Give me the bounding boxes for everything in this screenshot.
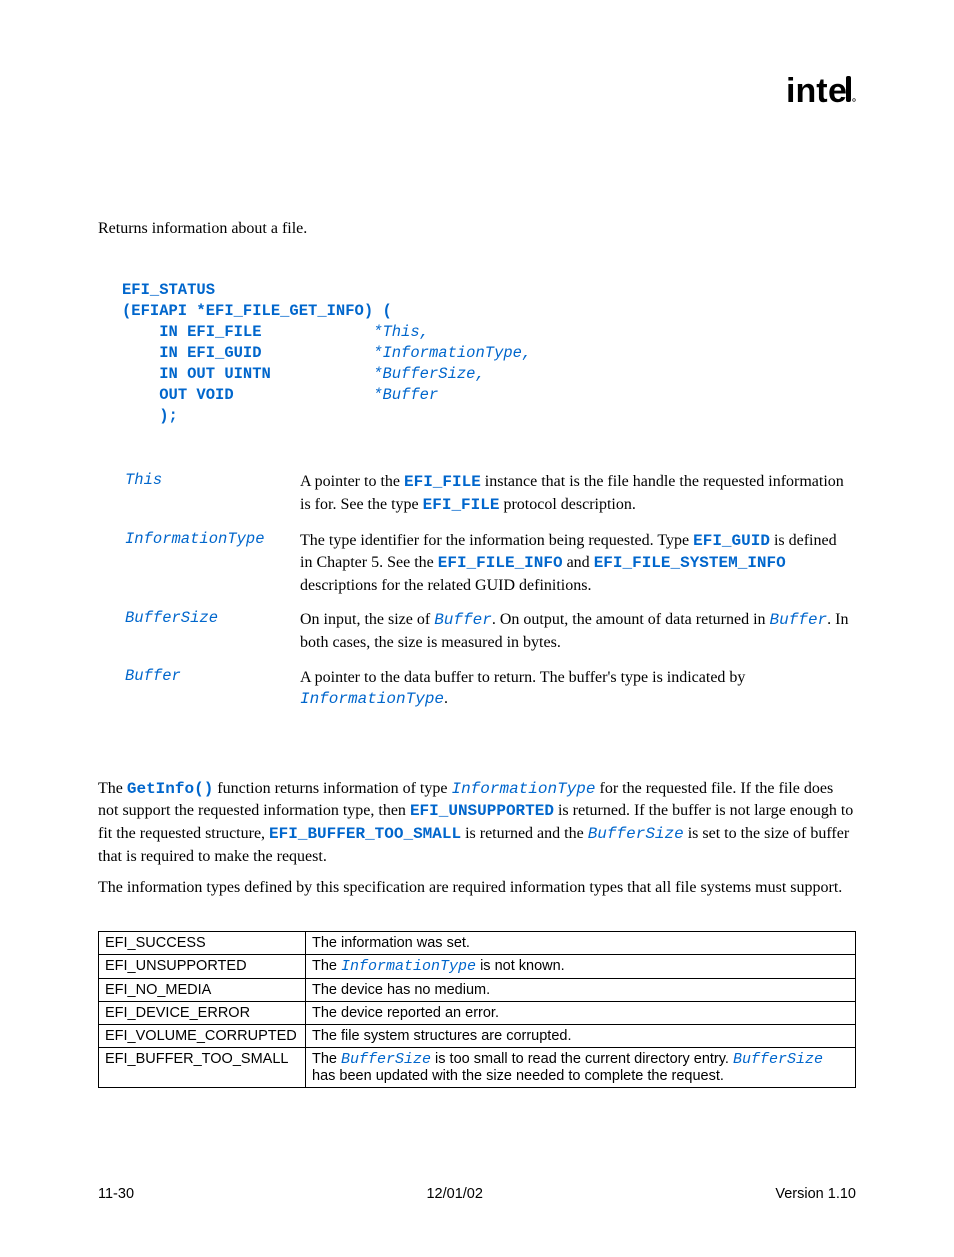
- svg-text:e: e: [828, 72, 847, 110]
- arg-dir: IN OUT UINTN: [159, 365, 373, 383]
- param-row: Buffer A pointer to the data buffer to r…: [124, 666, 854, 721]
- arg-name: *Buffer: [373, 386, 438, 404]
- arg-name: *This,: [373, 323, 429, 341]
- table-row: EFI_NO_MEDIA The device has no medium.: [99, 978, 856, 1001]
- proto-status: EFI_STATUS: [122, 281, 215, 299]
- table-row: EFI_BUFFER_TOO_SMALL The BufferSize is t…: [99, 1047, 856, 1087]
- status-code: EFI_VOLUME_CORRUPTED: [99, 1024, 306, 1047]
- status-codes-table: EFI_SUCCESS The information was set. EFI…: [98, 931, 856, 1088]
- parameters-table: This A pointer to the EFI_FILE instance …: [122, 468, 856, 722]
- table-row: EFI_UNSUPPORTED The InformationType is n…: [99, 954, 856, 978]
- desc-para-2: The information types defined by this sp…: [98, 877, 856, 899]
- table-row: EFI_VOLUME_CORRUPTED The file system str…: [99, 1024, 856, 1047]
- svg-text:int: int: [786, 72, 828, 110]
- status-code: EFI_UNSUPPORTED: [99, 954, 306, 978]
- param-name: BufferSize: [124, 608, 297, 663]
- param-desc: The type identifier for the information …: [299, 529, 854, 607]
- status-code: EFI_DEVICE_ERROR: [99, 1001, 306, 1024]
- arg-dir: IN EFI_FILE: [159, 323, 373, 341]
- arg-dir: OUT VOID: [159, 386, 373, 404]
- param-desc: A pointer to the EFI_FILE instance that …: [299, 470, 854, 526]
- footer-date: 12/01/02: [98, 1186, 856, 1202]
- summary: Returns information about a file.: [98, 220, 856, 238]
- param-row: This A pointer to the EFI_FILE instance …: [124, 470, 854, 526]
- arg-name: *InformationType,: [373, 344, 531, 362]
- prototype-block: EFI_STATUS (EFIAPI *EFI_FILE_GET_INFO) (…: [122, 280, 856, 426]
- status-code: EFI_SUCCESS: [99, 931, 306, 954]
- intel-logo-icon: int e: [786, 72, 856, 115]
- status-desc: The InformationType is not known.: [306, 954, 856, 978]
- param-row: InformationType The type identifier for …: [124, 529, 854, 607]
- param-name: InformationType: [124, 529, 297, 607]
- description-section: The GetInfo() function returns informati…: [98, 778, 856, 899]
- desc-para-1: The GetInfo() function returns informati…: [98, 778, 856, 867]
- page-footer: 11-30 Version 1.10 12/01/02: [98, 1186, 856, 1202]
- status-desc: The BufferSize is too small to read the …: [306, 1047, 856, 1087]
- proto-close: );: [159, 407, 178, 425]
- status-desc: The information was set.: [306, 931, 856, 954]
- status-code: EFI_NO_MEDIA: [99, 978, 306, 1001]
- param-name: Buffer: [124, 666, 297, 721]
- footer-version: Version 1.10: [775, 1186, 856, 1202]
- param-desc: On input, the size of Buffer. On output,…: [299, 608, 854, 663]
- param-row: BufferSize On input, the size of Buffer.…: [124, 608, 854, 663]
- status-code: EFI_BUFFER_TOO_SMALL: [99, 1047, 306, 1087]
- arg-dir: IN EFI_GUID: [159, 344, 373, 362]
- page-header: int e: [98, 72, 856, 115]
- status-desc: The device has no medium.: [306, 978, 856, 1001]
- table-row: EFI_SUCCESS The information was set.: [99, 931, 856, 954]
- param-desc: A pointer to the data buffer to return. …: [299, 666, 854, 721]
- proto-decl: (EFIAPI *EFI_FILE_GET_INFO) (: [122, 302, 392, 320]
- footer-page-number: 11-30: [98, 1186, 134, 1202]
- table-row: EFI_DEVICE_ERROR The device reported an …: [99, 1001, 856, 1024]
- param-name: This: [124, 470, 297, 526]
- arg-name: *BufferSize,: [373, 365, 485, 383]
- status-desc: The device reported an error.: [306, 1001, 856, 1024]
- status-desc: The file system structures are corrupted…: [306, 1024, 856, 1047]
